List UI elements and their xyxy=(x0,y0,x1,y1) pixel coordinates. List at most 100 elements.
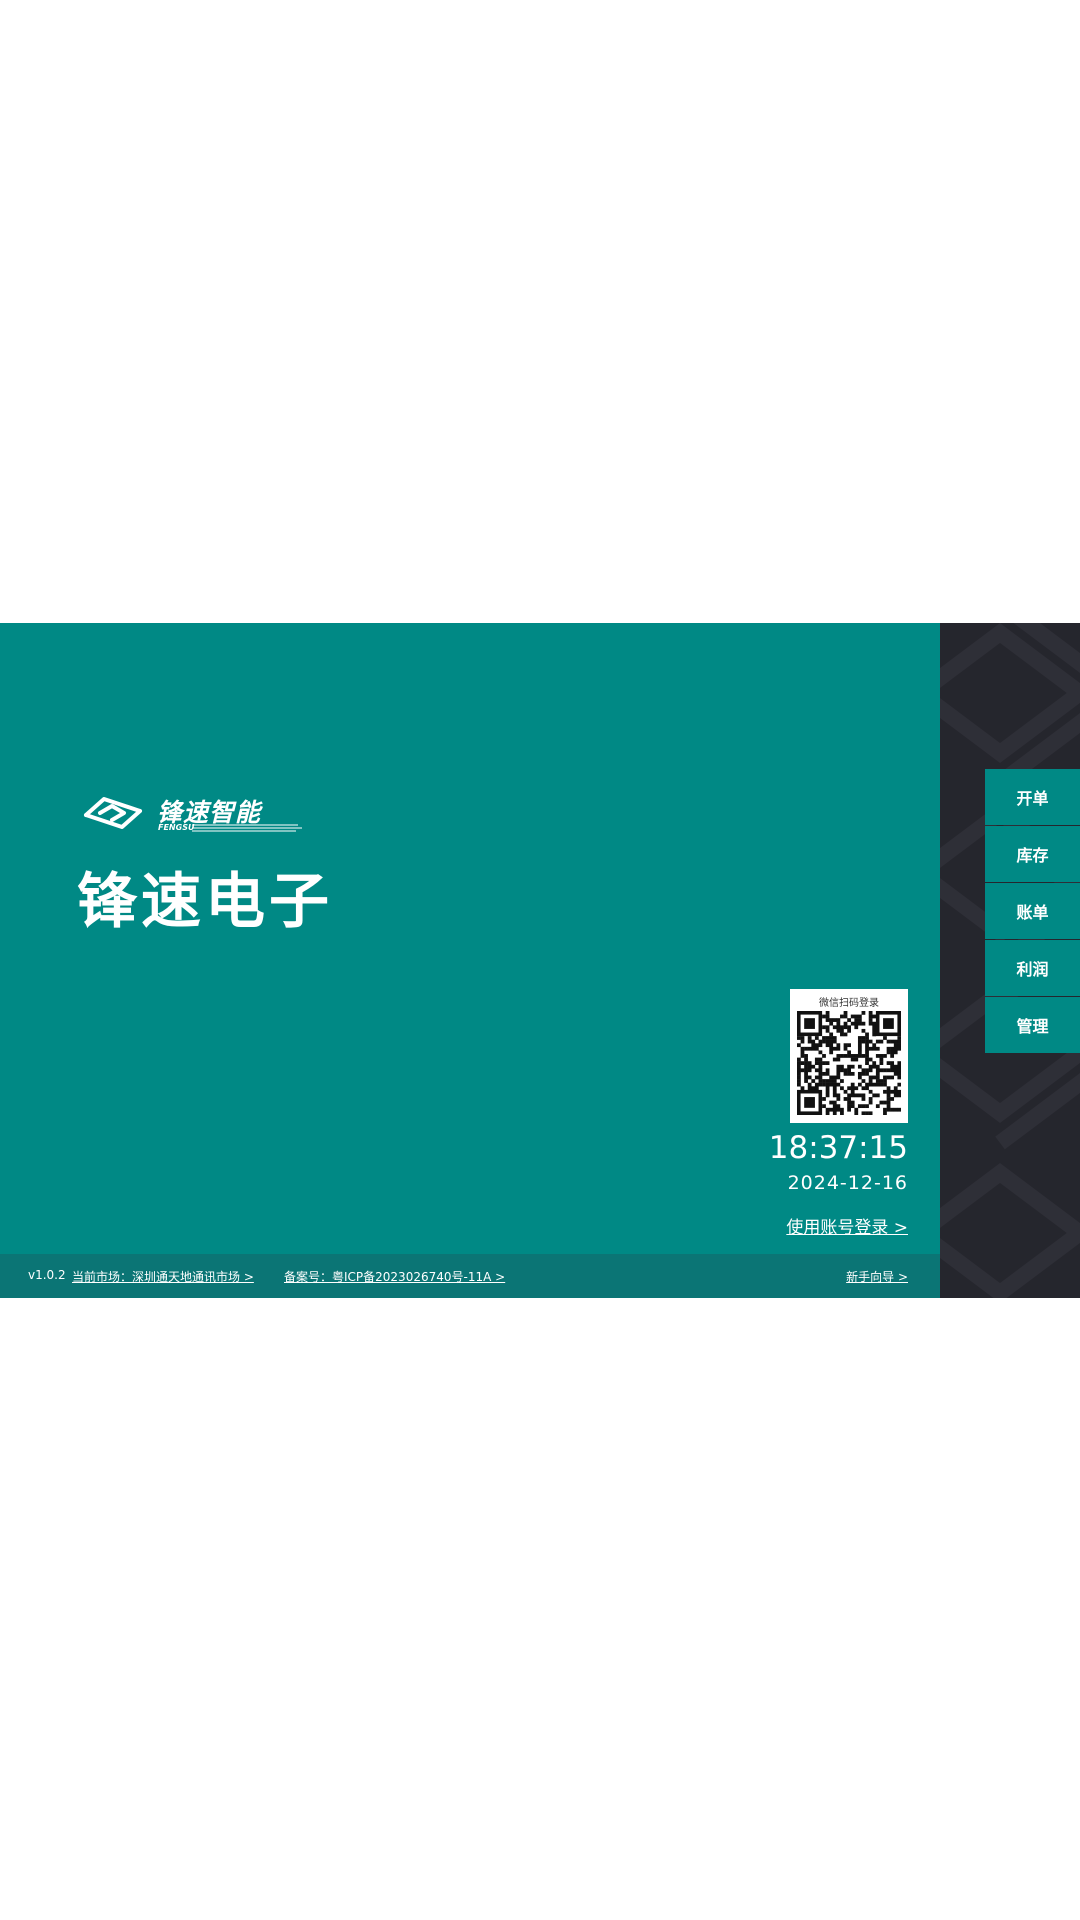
qr-module xyxy=(825,1011,830,1015)
qr-module xyxy=(850,1064,855,1069)
qr-module xyxy=(825,1093,830,1098)
qr-module xyxy=(868,1100,873,1105)
qr-module xyxy=(854,1111,859,1115)
qr-module xyxy=(847,1064,851,1069)
qr-module xyxy=(836,1021,841,1026)
qr-module xyxy=(822,1071,826,1076)
qr-module xyxy=(797,1036,801,1040)
qr-module xyxy=(825,1061,830,1065)
qr-module xyxy=(847,1071,851,1076)
qr-module xyxy=(843,1032,848,1037)
qr-module xyxy=(850,1100,855,1105)
clock-time: 18:37:15 xyxy=(768,1130,908,1166)
account-login-link[interactable]: 使用账号登录 > xyxy=(740,1213,908,1238)
qr-module xyxy=(868,1046,873,1051)
qr-module xyxy=(893,1064,898,1069)
qr-module xyxy=(879,1057,884,1062)
qr-module xyxy=(836,1025,841,1030)
guide-link[interactable]: 新手向导 > xyxy=(846,1268,908,1285)
qr-module xyxy=(829,1079,834,1083)
qr-module xyxy=(818,1082,823,1087)
qr-module xyxy=(875,1046,880,1051)
qr-module xyxy=(861,1079,866,1083)
qr-module xyxy=(836,1028,841,1033)
qr-module xyxy=(832,1036,837,1040)
qr-module xyxy=(868,1075,873,1080)
qr-label: 微信扫码登录 xyxy=(819,998,879,1009)
qr-module xyxy=(868,1111,873,1115)
qr-module xyxy=(825,1068,830,1073)
qr-module xyxy=(872,1082,877,1087)
qr-module xyxy=(847,1104,851,1109)
qr-module xyxy=(822,1082,826,1087)
qr-module xyxy=(861,1086,866,1091)
qr-module xyxy=(890,1089,895,1094)
qr-module xyxy=(800,1086,805,1091)
qr-module xyxy=(850,1071,855,1076)
qr-module xyxy=(840,1054,844,1058)
market-link[interactable]: 当前市场：深圳通天地通讯市场 > xyxy=(72,1268,254,1285)
qr-finder-center xyxy=(804,1018,815,1029)
qr-module xyxy=(847,1086,851,1091)
qr-module xyxy=(879,1061,884,1065)
qr-module xyxy=(825,1111,830,1115)
qr-module xyxy=(893,1068,898,1073)
qr-module xyxy=(807,1064,812,1069)
qr-module xyxy=(847,1043,851,1048)
qr-module xyxy=(865,1054,869,1058)
qr-module xyxy=(893,1046,898,1051)
qr-module xyxy=(897,1061,901,1065)
wechat-qr-card[interactable]: 微信扫码登录 xyxy=(790,989,908,1123)
qr-module xyxy=(883,1068,887,1073)
qr-module xyxy=(850,1057,855,1062)
qr-module xyxy=(854,1086,859,1091)
qr-module xyxy=(807,1046,812,1051)
qr-module xyxy=(836,1082,841,1087)
qr-module xyxy=(893,1043,898,1048)
qr-module xyxy=(797,1064,801,1069)
menu-item-manage[interactable]: 管理 xyxy=(985,997,1080,1053)
qr-module xyxy=(829,1050,834,1055)
qr-module xyxy=(861,1093,866,1098)
qr-module xyxy=(804,1071,808,1076)
qr-module xyxy=(850,1014,855,1019)
qr-module xyxy=(807,1086,812,1091)
qr-module xyxy=(814,1057,819,1062)
qr-module xyxy=(861,1068,866,1073)
qr-module xyxy=(832,1100,837,1105)
qr-module xyxy=(829,1082,834,1087)
qr-module xyxy=(840,1086,844,1091)
version-label: v1.0.2 xyxy=(28,1268,66,1282)
qr-module xyxy=(886,1104,891,1109)
qr-module xyxy=(861,1097,866,1101)
qr-module xyxy=(897,1046,901,1051)
qr-module xyxy=(865,1082,869,1087)
qr-module xyxy=(857,1018,862,1022)
qr-module xyxy=(814,1082,819,1087)
qr-module xyxy=(811,1064,816,1069)
qr-module xyxy=(829,1075,834,1080)
qr-module xyxy=(843,1014,848,1019)
clock-date: 2024-12-16 xyxy=(787,1172,908,1194)
qr-module xyxy=(865,1057,869,1062)
qr-module xyxy=(804,1054,808,1058)
qr-module xyxy=(868,1018,873,1022)
menu-item-profit[interactable]: 利润 xyxy=(985,940,1080,996)
qr-module xyxy=(804,1068,808,1073)
qr-module xyxy=(836,1064,841,1069)
qr-module xyxy=(825,1086,830,1091)
menu-item-bills[interactable]: 账单 xyxy=(985,883,1080,939)
qr-module xyxy=(857,1036,862,1040)
qr-module xyxy=(868,1039,873,1044)
qr-module xyxy=(861,1054,866,1058)
qr-module xyxy=(797,1057,801,1062)
menu-item-inventory[interactable]: 库存 xyxy=(985,826,1080,882)
qr-code[interactable] xyxy=(797,1011,901,1115)
qr-module xyxy=(865,1071,869,1076)
icp-link[interactable]: 备案号：粤ICP备2023026740号-11A > xyxy=(284,1268,505,1285)
qr-module xyxy=(861,1104,866,1109)
qr-module xyxy=(811,1043,816,1048)
menu-item-order[interactable]: 开单 xyxy=(985,769,1080,825)
qr-module xyxy=(875,1082,880,1087)
qr-module xyxy=(832,1111,837,1115)
